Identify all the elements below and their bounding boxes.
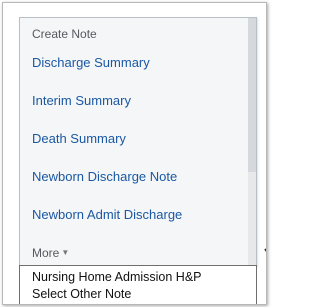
create-note-menu: Create Note Discharge Summary Interim Su…: [19, 17, 266, 267]
more-button[interactable]: More ▼: [32, 246, 69, 260]
menu-item-interim-summary[interactable]: Interim Summary: [32, 93, 131, 108]
menu-item-newborn-discharge-note[interactable]: Newborn Discharge Note: [32, 169, 177, 184]
menu-item-death-summary[interactable]: Death Summary: [32, 131, 126, 146]
caret-down-icon: ▼: [61, 248, 70, 257]
more-dropdown: Nursing Home Admission H&P Select Other …: [19, 265, 257, 304]
menu-item-discharge-summary[interactable]: Discharge Summary: [32, 55, 150, 70]
dropdown-item-nursing-home-admission[interactable]: Nursing Home Admission H&P: [32, 270, 202, 284]
chevron-down-icon[interactable]: [264, 246, 267, 258]
menu-item-newborn-admit-discharge[interactable]: Newborn Admit Discharge: [32, 207, 182, 222]
menu-header: Create Note: [32, 27, 97, 41]
more-label: More: [32, 246, 60, 260]
menu-scrollbar[interactable]: [248, 18, 256, 266]
dropdown-item-select-other-note[interactable]: Select Other Note: [32, 287, 131, 301]
screenshot-frame: Create Note Discharge Summary Interim Su…: [2, 2, 267, 305]
menu-scrollbar-thumb[interactable]: [248, 18, 256, 172]
